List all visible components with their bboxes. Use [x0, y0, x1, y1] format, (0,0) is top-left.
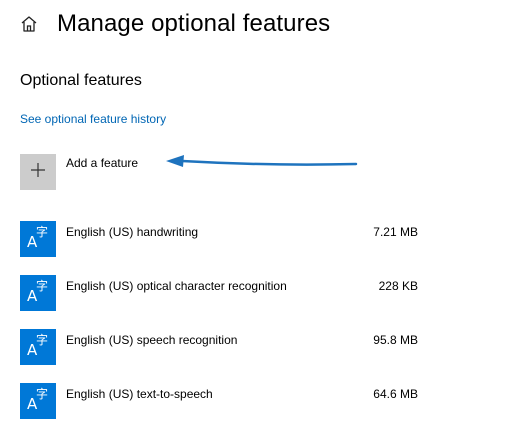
- page-title: Manage optional features: [57, 10, 331, 37]
- feature-name: English (US) optical character recogniti…: [66, 279, 287, 293]
- feature-size: 228 KB: [378, 279, 418, 293]
- list-item[interactable]: A字 English (US) speech recognition 95.8 …: [20, 329, 420, 383]
- feature-name: English (US) text-to-speech: [66, 387, 213, 401]
- feature-size: 7.21 MB: [373, 225, 418, 239]
- list-item[interactable]: A字 English (US) text-to-speech 64.6 MB: [20, 383, 420, 432]
- header: Manage optional features: [18, 10, 330, 38]
- optional-feature-history-link[interactable]: See optional feature history: [20, 112, 166, 126]
- language-icon: A字: [20, 221, 56, 257]
- feature-name: English (US) speech recognition: [66, 333, 238, 347]
- feature-size: 64.6 MB: [373, 387, 418, 401]
- feature-list: A字 English (US) handwriting 7.21 MB A字 E…: [20, 221, 420, 432]
- language-icon: A字: [20, 329, 56, 365]
- list-item[interactable]: A字 English (US) optical character recogn…: [20, 275, 420, 329]
- language-icon: A字: [20, 383, 56, 419]
- add-feature-tile[interactable]: [20, 154, 56, 190]
- section-title: Optional features: [20, 72, 142, 89]
- feature-name: English (US) handwriting: [66, 225, 199, 239]
- add-feature-label: Add a feature: [66, 156, 139, 170]
- language-icon: A字: [20, 275, 56, 311]
- feature-size: 95.8 MB: [373, 333, 418, 347]
- plus-icon: [30, 162, 46, 183]
- add-feature-button[interactable]: Add a feature: [20, 154, 138, 190]
- home-icon[interactable]: [18, 13, 40, 35]
- manage-optional-features-page: Manage optional features Optional featur…: [0, 0, 512, 432]
- list-item[interactable]: A字 English (US) handwriting 7.21 MB: [20, 221, 420, 275]
